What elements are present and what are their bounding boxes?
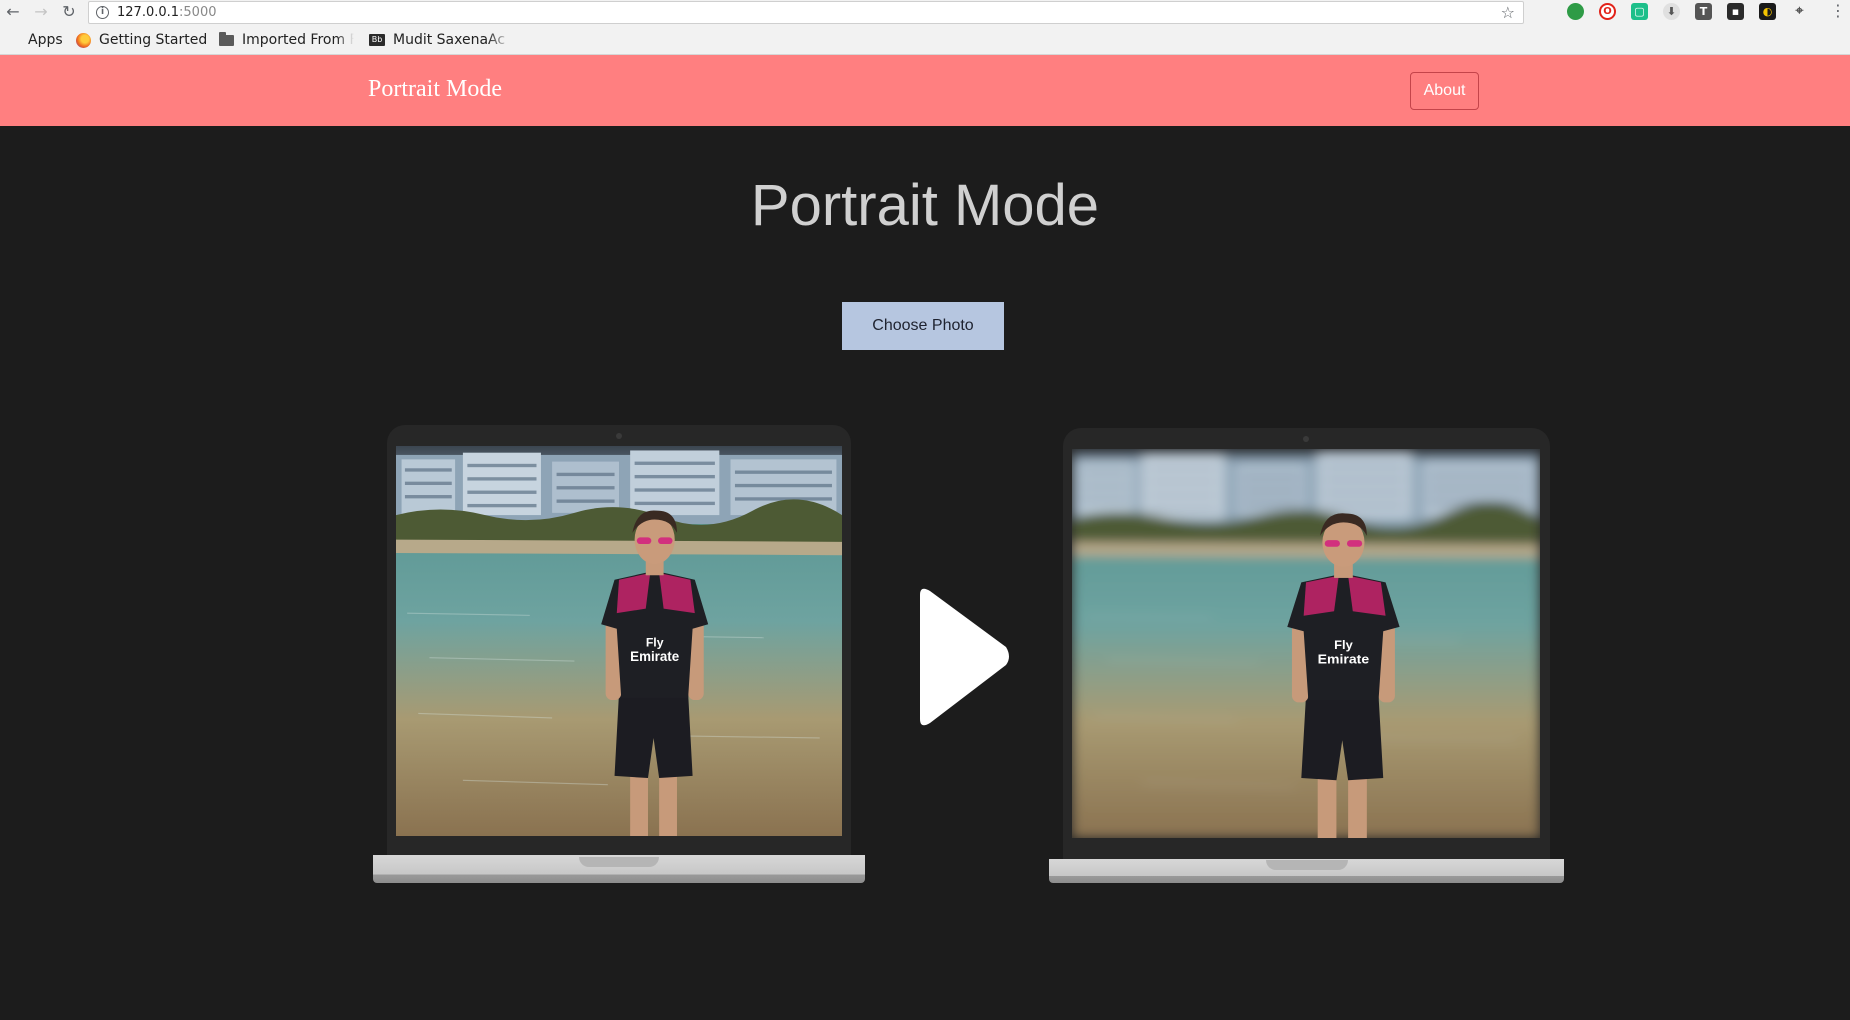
play-arrow-icon xyxy=(920,588,1009,726)
result-photo xyxy=(1072,449,1540,838)
firefox-icon xyxy=(76,32,91,48)
text-icon[interactable]: T xyxy=(1695,3,1712,20)
bb-icon: Bb xyxy=(369,34,385,46)
folder-icon xyxy=(219,31,234,46)
bookmark-mudit-label: Mudit SaxenaAc xyxy=(393,32,506,48)
url-port: :5000 xyxy=(179,5,217,20)
forward-icon[interactable]: → xyxy=(31,2,51,22)
bookmark-folder-imported[interactable]: Imported From F xyxy=(219,31,354,49)
address-bar[interactable]: i 127.0.0.1:5000 ☆ xyxy=(88,1,1524,24)
back-icon[interactable]: ← xyxy=(3,2,23,22)
pacman-icon[interactable]: ◐ xyxy=(1759,3,1776,20)
imdb-icon[interactable]: ▪ xyxy=(1727,3,1744,20)
download-icon[interactable]: ⬇ xyxy=(1663,3,1680,20)
location-icon[interactable]: ⌖ xyxy=(1791,3,1808,20)
result-photo-image xyxy=(1072,449,1540,838)
bookmark-mudit[interactable]: Bb Mudit SaxenaAc xyxy=(369,31,511,49)
url-text[interactable]: 127.0.0.1:5000 xyxy=(117,5,217,20)
result-laptop-camera xyxy=(1303,436,1309,442)
about-button[interactable]: About xyxy=(1410,72,1479,110)
result-laptop xyxy=(1049,428,1564,883)
bookmark-imported-label: Imported From F xyxy=(242,32,354,48)
bookmark-getting-started-label: Getting Started xyxy=(99,32,208,48)
page-title: Portrait Mode xyxy=(750,173,1100,238)
original-laptop-notch xyxy=(579,857,659,867)
bookmarks-bar: Apps Getting Started Imported From F Bb … xyxy=(0,28,1850,52)
bookmark-apps[interactable]: Apps xyxy=(6,31,63,49)
original-photo xyxy=(396,446,842,836)
original-laptop xyxy=(373,425,865,883)
evernote-icon[interactable] xyxy=(1567,3,1584,20)
bookmark-star-icon[interactable]: ☆ xyxy=(1501,3,1515,22)
reload-icon[interactable]: ↻ xyxy=(59,2,79,22)
choose-photo-button[interactable]: Choose Photo xyxy=(842,302,1004,350)
original-laptop-camera xyxy=(616,433,622,439)
url-host: 127.0.0.1 xyxy=(117,5,180,20)
site-navbar: Portrait Mode About xyxy=(0,55,1850,126)
info-icon[interactable]: i xyxy=(96,6,109,19)
pushbullet-icon[interactable]: ▢ xyxy=(1631,3,1648,20)
navbar-brand[interactable]: Portrait Mode xyxy=(368,76,502,103)
apps-grid-icon xyxy=(6,33,20,47)
bookmark-getting-started[interactable]: Getting Started xyxy=(76,31,207,49)
result-laptop-notch xyxy=(1266,860,1348,870)
browser-toolbar: ← → ↻ i 127.0.0.1:5000 ☆ O ▢ ⬇ T ▪ ◐ ⌖ ⋮ xyxy=(0,0,1850,25)
opera-icon[interactable]: O xyxy=(1599,3,1616,20)
bookmark-apps-label: Apps xyxy=(28,32,63,48)
browser-chrome: ← → ↻ i 127.0.0.1:5000 ☆ O ▢ ⬇ T ▪ ◐ ⌖ ⋮… xyxy=(0,0,1850,55)
browser-menu-icon[interactable]: ⋮ xyxy=(1830,1,1846,21)
original-photo-image xyxy=(396,446,842,836)
